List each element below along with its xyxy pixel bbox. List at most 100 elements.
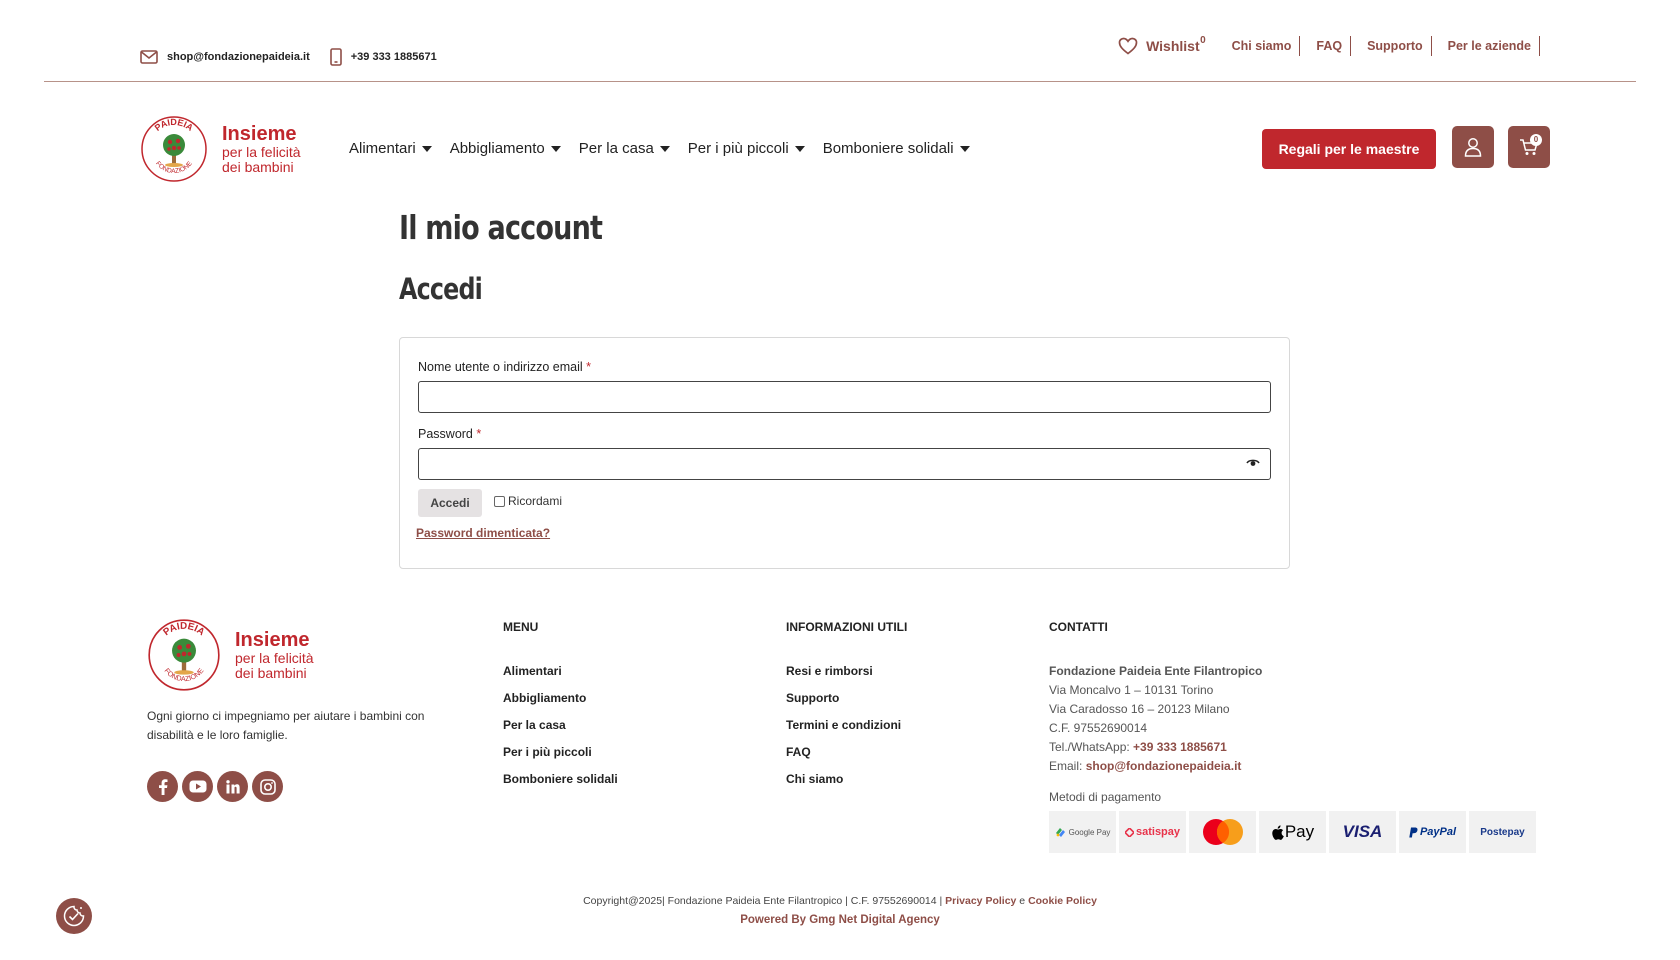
google-pay-badge: Google Pay [1049,811,1116,853]
mastercard-badge [1189,811,1256,853]
login-submit-button[interactable]: Accedi [418,489,482,517]
youtube-icon [189,780,206,793]
main-header: PAIDEIA FONDAZIONE Insieme per la felici… [0,100,1680,200]
footer-description: Ogni giorno ci impegniamo per aiutare i … [147,709,425,742]
top-link-chi-siamo[interactable]: Chi siamo [1224,36,1301,56]
apple-icon [1272,824,1284,840]
nav-item-per-i-piu-piccoli[interactable]: Per i più piccoli [688,140,805,157]
remember-me[interactable]: Ricordami [494,494,562,508]
logo-text: Insieme per la felicità dei bambini [222,123,301,175]
contact-email: Email: shop@fondazionepaideia.it [1049,759,1262,778]
logo-line-3: dei bambini [235,665,307,681]
footer-menu-per-la-casa[interactable]: Per la casa [503,718,618,745]
social-youtube[interactable] [182,771,213,802]
top-bar: shop@fondazionepaideia.it +39 333 188567… [44,0,1636,82]
nav-item-alimentari[interactable]: Alimentari [349,140,432,157]
cookie-settings-button[interactable] [56,898,92,934]
site-logo[interactable]: PAIDEIA FONDAZIONE Insieme per la felici… [140,115,301,183]
top-links: Wishlist 0 Chi siamo FAQ Supporto Per le… [1118,35,1540,56]
social-facebook[interactable] [147,771,178,802]
password-label-text: Password [418,427,473,441]
footer-menu-per-i-piu-piccoli[interactable]: Per i più piccoli [503,745,618,772]
logo-line-2: per la felicità [235,650,314,666]
contact-phone-label: Tel./WhatsApp: [1049,740,1130,754]
top-link-per-le-aziende[interactable]: Per le aziende [1440,36,1540,56]
footer-contacts: CONTATTI Fondazione Paideia Ente Filantr… [1049,620,1262,778]
nav-item-bomboniere-solidali[interactable]: Bomboniere solidali [823,140,970,157]
footer-info-chi-siamo[interactable]: Chi siamo [786,772,907,799]
footer-info-resi[interactable]: Resi e rimborsi [786,664,907,691]
footer-menu-bomboniere-solidali[interactable]: Bomboniere solidali [503,772,618,799]
logo-line-1: Insieme [235,629,310,651]
footer-info-faq[interactable]: FAQ [786,745,907,772]
regali-maestre-button[interactable]: Regali per le maestre [1262,129,1436,169]
wishlist-label: Wishlist [1146,38,1200,54]
contact-phone: Tel./WhatsApp: +39 333 1885671 [1049,740,1262,759]
top-link-supporto[interactable]: Supporto [1359,36,1432,56]
social-instagram[interactable] [252,771,283,802]
facebook-icon [158,778,167,795]
visa-badge: VISA [1329,811,1396,853]
remember-checkbox[interactable] [494,495,505,507]
top-link-faq[interactable]: FAQ [1308,36,1352,56]
footer-info-supporto[interactable]: Supporto [786,691,907,718]
logo-line-1: Insieme [222,123,297,145]
phone-icon [329,48,342,66]
mastercard-icon [1202,819,1243,845]
paypal-text: PayPal [1419,826,1457,838]
login-form: Nome utente o indirizzo email * Password… [399,337,1290,569]
contact-address-1: Via Moncalvo 1 – 10131 Torino [1049,683,1214,697]
forgot-password-link[interactable]: Password dimenticata? [416,526,550,540]
nav-label: Alimentari [349,140,416,157]
top-phone-text: +39 333 1885671 [350,51,437,63]
footer-logo[interactable]: PAIDEIA FONDAZIONE Insieme per la felici… [147,618,314,692]
footer-info-termini[interactable]: Termini e condizioni [786,718,907,745]
footer-contacts-title: CONTATTI [1049,620,1108,634]
top-email-link[interactable]: shop@fondazionepaideia.it [140,50,310,64]
top-contact-info: shop@fondazionepaideia.it +39 333 188567… [140,48,457,66]
footer-menu-alimentari[interactable]: Alimentari [503,664,618,691]
remember-label: Ricordami [508,494,563,508]
contact-address-2: Via Caradosso 16 – 20123 Milano [1049,702,1230,716]
caret-down-icon [421,145,432,152]
footer-menu-abbigliamento[interactable]: Abbigliamento [503,691,618,718]
password-input[interactable] [418,448,1271,480]
top-email-text: shop@fondazionepaideia.it [167,51,310,63]
footer-info: INFORMAZIONI UTILI Resi e rimborsi Suppo… [786,620,907,799]
user-icon [1464,138,1482,157]
caret-down-icon [794,145,805,152]
contact-phone-link[interactable]: +39 333 1885671 [1133,740,1227,754]
privacy-policy-link[interactable]: Privacy Policy [945,895,1016,907]
copyright-text: Copyright@2025| Fondazione Paideia Ente … [583,895,943,907]
google-pay-icon [1055,827,1065,837]
account-button[interactable] [1452,126,1494,168]
top-phone-link[interactable]: +39 333 1885671 [329,48,437,66]
nav-item-per-la-casa[interactable]: Per la casa [579,140,670,157]
mail-icon [140,50,158,64]
caret-down-icon [959,145,970,152]
linkedin-icon [225,779,240,793]
cookie-policy-link[interactable]: Cookie Policy [1028,895,1097,907]
cookie-icon [63,905,85,927]
username-input[interactable] [418,381,1271,413]
footer-menu-title: MENU [503,620,539,634]
contact-email-link[interactable]: shop@fondazionepaideia.it [1086,759,1242,773]
paypal-badge: PayPal [1399,811,1466,853]
visa-text: VISA [1342,822,1383,841]
show-password-icon[interactable] [1246,458,1260,468]
contact-cf: C.F. 97552690014 [1049,721,1148,735]
cart-button[interactable]: 0 [1508,126,1550,168]
paideia-logo-icon: PAIDEIA FONDAZIONE [141,116,207,182]
apple-pay-text: Pay [1284,822,1315,841]
powered-by-link[interactable]: Powered By Gmg Net Digital Agency [0,914,1680,926]
postepay-text: Postepay [1480,826,1525,838]
nav-label: Per i più piccoli [687,140,789,157]
instagram-icon [259,778,276,795]
nav-item-abbigliamento[interactable]: Abbigliamento [450,140,561,157]
postepay-badge: Postepay [1469,811,1536,853]
payment-methods-label: Metodi di pagamento [1049,790,1162,804]
social-linkedin[interactable] [217,771,248,802]
heart-icon [1118,37,1138,55]
main-nav: Alimentari Abbigliamento Per la casa Per… [349,140,988,157]
wishlist-link[interactable]: Wishlist 0 [1118,35,1206,55]
